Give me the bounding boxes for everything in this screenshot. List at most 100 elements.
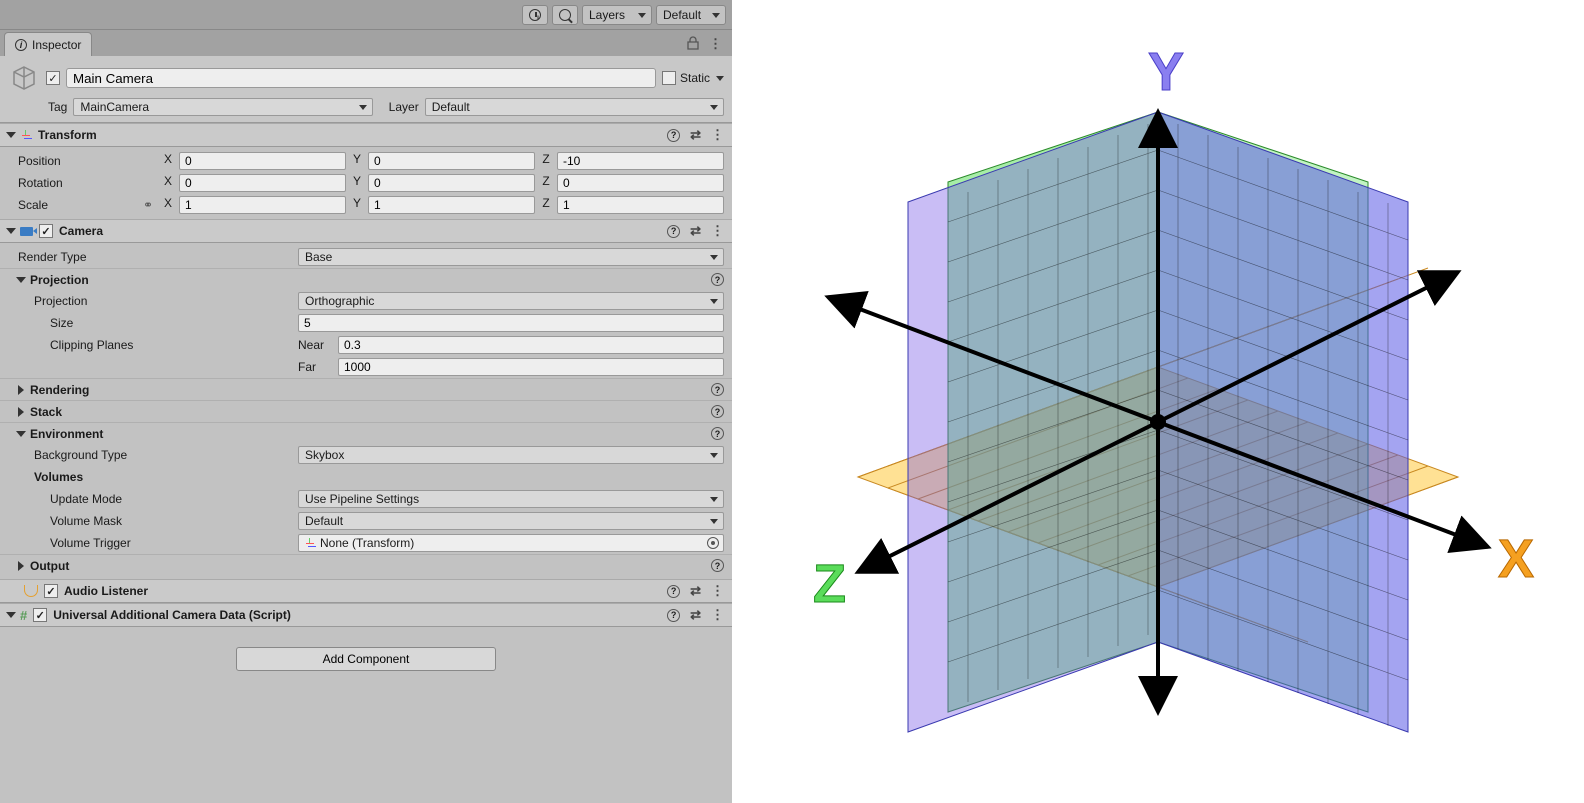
scale-y[interactable] xyxy=(368,196,535,214)
component-menu-icon[interactable]: ⋮ xyxy=(711,607,724,623)
component-menu-icon[interactable]: ⋮ xyxy=(711,127,724,143)
scale-label: Scale⚭ xyxy=(18,198,161,212)
transform-title: Transform xyxy=(38,128,97,142)
camera-icon xyxy=(20,227,33,236)
layers-label: Layers xyxy=(589,8,625,22)
help-icon[interactable]: ? xyxy=(667,225,680,238)
fold-icon[interactable] xyxy=(18,561,24,571)
inspector-tab-label: Inspector xyxy=(32,38,81,52)
static-dropdown-icon[interactable] xyxy=(716,76,724,81)
preset-icon[interactable]: ⇄ xyxy=(690,583,701,599)
transform-header[interactable]: Transform ? ⇄ ⋮ xyxy=(0,123,732,147)
camera-header[interactable]: Camera ? ⇄ ⋮ xyxy=(0,219,732,243)
add-component-row: Add Component xyxy=(0,627,732,691)
render-type-dropdown[interactable]: Base xyxy=(298,248,724,266)
render-type-label: Render Type xyxy=(18,250,298,264)
help-icon[interactable]: ? xyxy=(711,559,724,572)
help-icon[interactable]: ? xyxy=(711,273,724,286)
headphones-icon xyxy=(24,585,38,597)
help-icon[interactable]: ? xyxy=(667,585,680,598)
tag-label: Tag xyxy=(48,100,67,114)
environment-section[interactable]: Environment ? xyxy=(0,422,732,444)
search-icon xyxy=(559,9,571,21)
volume-mask-label: Volume Mask xyxy=(18,514,298,528)
layer-label: Layer xyxy=(389,100,419,114)
camera-title: Camera xyxy=(59,224,103,238)
rotation-x[interactable] xyxy=(179,174,346,192)
stack-section[interactable]: Stack ? xyxy=(0,400,732,422)
update-mode-label: Update Mode xyxy=(18,492,298,506)
volumes-label: Volumes xyxy=(18,470,298,484)
volume-trigger-label: Volume Trigger xyxy=(18,536,298,550)
tag-dropdown[interactable]: MainCamera xyxy=(73,98,372,116)
help-icon[interactable]: ? xyxy=(667,129,680,142)
audio-enabled-checkbox[interactable] xyxy=(44,584,58,598)
fold-icon[interactable] xyxy=(18,385,24,395)
update-mode-dropdown[interactable]: Use Pipeline Settings xyxy=(298,490,724,508)
position-x[interactable] xyxy=(179,152,346,170)
preset-icon[interactable]: ⇄ xyxy=(690,223,701,239)
bg-type-dropdown[interactable]: Skybox xyxy=(298,446,724,464)
add-component-button[interactable]: Add Component xyxy=(236,647,496,671)
position-y[interactable] xyxy=(368,152,535,170)
fold-icon[interactable] xyxy=(16,431,26,437)
info-icon: i xyxy=(15,39,27,51)
preset-icon[interactable]: ⇄ xyxy=(690,607,701,623)
rendering-section[interactable]: Rendering ? xyxy=(0,378,732,400)
help-icon[interactable]: ? xyxy=(711,427,724,440)
static-label: Static xyxy=(680,71,710,85)
fold-icon[interactable] xyxy=(6,612,16,618)
transform-icon xyxy=(304,537,316,549)
help-icon[interactable]: ? xyxy=(711,383,724,396)
y-axis-label: Y xyxy=(1148,42,1184,102)
projection-section[interactable]: Projection ? xyxy=(0,268,732,290)
inspector-tab[interactable]: i Inspector xyxy=(4,32,92,56)
camera-enabled-checkbox[interactable] xyxy=(39,224,53,238)
near-input[interactable] xyxy=(338,336,724,354)
layer-dropdown[interactable]: Default xyxy=(425,98,724,116)
layout-label: Default xyxy=(663,8,701,22)
volume-trigger-field[interactable]: None (Transform) xyxy=(298,534,724,552)
fold-icon[interactable] xyxy=(16,277,26,283)
uacd-enabled-checkbox[interactable] xyxy=(33,608,47,622)
gameobject-icon xyxy=(8,62,40,94)
fold-icon[interactable] xyxy=(18,407,24,417)
lock-icon[interactable] xyxy=(687,36,699,52)
scale-x[interactable] xyxy=(179,196,346,214)
layout-dropdown[interactable]: Default xyxy=(656,5,726,25)
history-button[interactable] xyxy=(522,5,548,25)
constrain-icon[interactable]: ⚭ xyxy=(143,198,153,212)
position-z[interactable] xyxy=(557,152,724,170)
projection-label: Projection xyxy=(18,294,298,308)
help-icon[interactable]: ? xyxy=(667,609,680,622)
volume-mask-dropdown[interactable]: Default xyxy=(298,512,724,530)
top-toolbar: Layers Default xyxy=(0,0,732,30)
audio-listener-header[interactable]: Audio Listener ? ⇄ ⋮ xyxy=(0,579,732,603)
projection-dropdown[interactable]: Orthographic xyxy=(298,292,724,310)
object-name-input[interactable] xyxy=(66,68,656,88)
size-input[interactable] xyxy=(298,314,724,332)
preset-icon[interactable]: ⇄ xyxy=(690,127,701,143)
fold-icon[interactable] xyxy=(6,228,16,234)
scale-z[interactable] xyxy=(557,196,724,214)
search-button[interactable] xyxy=(552,5,578,25)
component-menu-icon[interactable]: ⋮ xyxy=(711,583,724,599)
far-input[interactable] xyxy=(338,358,724,376)
uacd-title: Universal Additional Camera Data (Script… xyxy=(53,608,291,622)
tab-menu-icon[interactable]: ⋮ xyxy=(709,36,722,52)
far-label: Far xyxy=(298,360,338,374)
fold-icon[interactable] xyxy=(6,132,16,138)
layers-dropdown[interactable]: Layers xyxy=(582,5,652,25)
rotation-y[interactable] xyxy=(368,174,535,192)
output-section[interactable]: Output ? xyxy=(0,554,732,576)
camera-body: Render Type Base Projection ? Projection… xyxy=(0,243,732,579)
x-axis-label: X xyxy=(1498,529,1534,589)
static-checkbox[interactable] xyxy=(662,71,676,85)
active-checkbox[interactable] xyxy=(46,71,60,85)
rotation-z[interactable] xyxy=(557,174,724,192)
component-menu-icon[interactable]: ⋮ xyxy=(711,223,724,239)
help-icon[interactable]: ? xyxy=(711,405,724,418)
uacd-header[interactable]: # Universal Additional Camera Data (Scri… xyxy=(0,603,732,627)
object-picker-icon[interactable] xyxy=(707,537,719,549)
bg-type-label: Background Type xyxy=(18,448,298,462)
